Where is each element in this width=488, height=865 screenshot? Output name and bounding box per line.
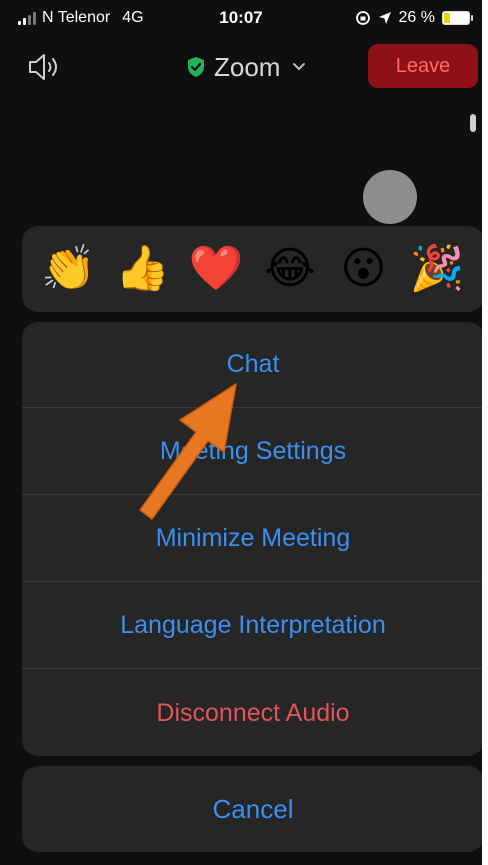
bottom-toolbar-strip xyxy=(0,852,482,865)
status-right: 26 % xyxy=(355,9,473,27)
surprised-face-icon[interactable]: 😮 xyxy=(333,239,393,299)
battery-percent: 26 % xyxy=(398,9,435,26)
language-interpretation-button[interactable]: Language Interpretation xyxy=(22,583,482,669)
speaker-icon[interactable] xyxy=(26,52,66,82)
shield-check-icon xyxy=(188,57,204,77)
orientation-lock-icon xyxy=(355,11,370,25)
meeting-top-bar: Zoom Leave xyxy=(0,36,482,100)
minimize-meeting-button[interactable]: Minimize Meeting xyxy=(22,496,482,582)
reactions-bar: 👏 👍 ❤️ 😂 😮 🎉 xyxy=(22,226,482,312)
meeting-title: Zoom xyxy=(214,51,281,82)
leave-button[interactable]: Leave xyxy=(368,44,478,88)
location-arrow-icon xyxy=(378,12,391,24)
meeting-settings-button[interactable]: Meeting Settings xyxy=(22,409,482,495)
more-options-action-sheet: Chat Meeting Settings Minimize Meeting L… xyxy=(22,322,482,756)
status-bar: N Telenor 4G 10:07 26 % xyxy=(0,0,482,36)
microphone-indicator-icon xyxy=(470,114,476,132)
battery-icon xyxy=(442,11,473,25)
party-popper-icon[interactable]: 🎉 xyxy=(407,239,467,299)
tears-of-joy-icon[interactable]: 😂 xyxy=(260,239,320,299)
chevron-down-icon xyxy=(293,63,306,71)
thumbs-up-icon[interactable]: 👍 xyxy=(112,239,172,299)
cancel-button[interactable]: Cancel xyxy=(22,766,482,852)
clapping-hands-icon[interactable]: 👏 xyxy=(39,239,99,299)
video-area xyxy=(0,100,482,224)
zoom-meeting-screen: N Telenor 4G 10:07 26 % Zoom Leave 👏 👍 ❤… xyxy=(0,0,482,865)
heart-icon[interactable]: ❤️ xyxy=(186,239,246,299)
meeting-title-button[interactable]: Zoom xyxy=(186,50,306,84)
battery-level-fill xyxy=(444,13,450,23)
chat-button[interactable]: Chat xyxy=(22,322,482,408)
disconnect-audio-button[interactable]: Disconnect Audio xyxy=(22,670,482,756)
avatar[interactable] xyxy=(363,170,417,224)
